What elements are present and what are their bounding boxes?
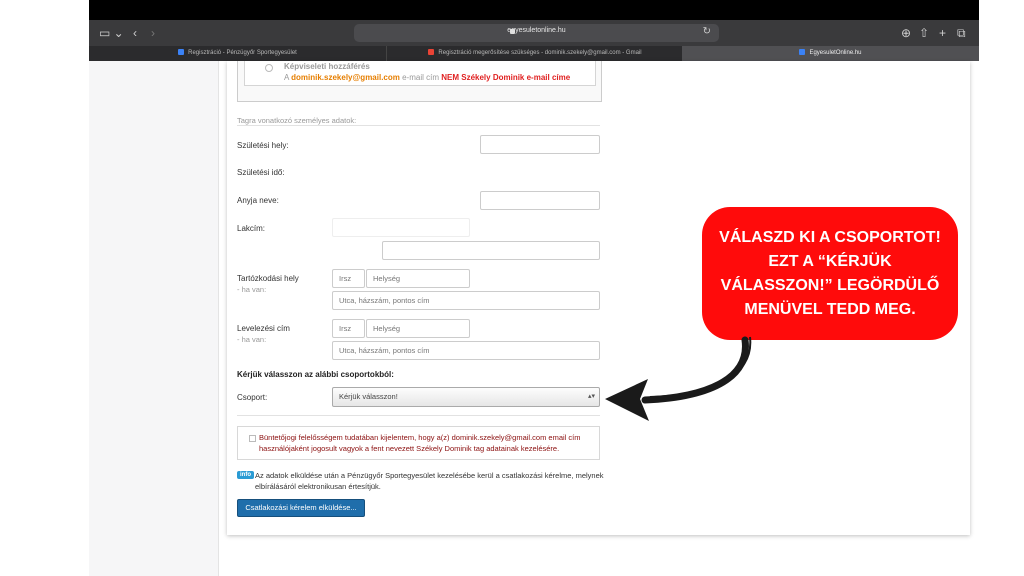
text-prefix: A bbox=[284, 73, 289, 82]
divider bbox=[237, 415, 600, 416]
email-text: dominik.szekely@gmail.com bbox=[291, 73, 400, 82]
mother-name-input[interactable] bbox=[480, 191, 600, 210]
info-badge: info bbox=[237, 471, 254, 479]
birth-date-label: Születési idő: bbox=[237, 168, 285, 177]
download-icon[interactable]: ⊕ bbox=[901, 25, 911, 41]
address-city-input[interactable] bbox=[332, 218, 470, 237]
divider bbox=[237, 125, 600, 126]
consent-text: Büntetőjogi felelősségem tudatában kijel… bbox=[259, 433, 581, 453]
postal-zip-input[interactable]: Irsz bbox=[332, 319, 365, 338]
tab-egyesuletonline[interactable]: EgyesuletOnline.hu bbox=[682, 46, 979, 61]
address-street-input[interactable] bbox=[382, 241, 600, 260]
address-label: Lakcím: bbox=[237, 224, 266, 233]
tab-label: Regisztráció megerősítése szükséges - do… bbox=[438, 50, 642, 56]
gmail-icon bbox=[428, 49, 435, 55]
info-text: Az adatok elküldése után a Pénzügyőr Spo… bbox=[255, 471, 604, 491]
forward-icon[interactable]: › bbox=[151, 25, 155, 41]
residence-street-input[interactable]: Utca, házszám, pontos cím bbox=[332, 291, 600, 310]
representation-option: Képviseleti hozzáférés A dominik.szekely… bbox=[244, 61, 596, 86]
top-bar bbox=[89, 0, 979, 20]
representation-box: Képviseleti hozzáférés A dominik.szekely… bbox=[237, 61, 602, 102]
annotation-bubble: VÁLASZD KI A CSOPORTOT! EZT A “KÉRJÜK VÁ… bbox=[702, 207, 958, 340]
page-sidebar bbox=[89, 61, 219, 576]
tab-overview-icon[interactable]: ⧉ bbox=[957, 25, 966, 41]
personal-section-title: Tagra vonatkozó személyes adatok: bbox=[237, 116, 357, 125]
representation-description: A dominik.szekely@gmail.com e-mail cím N… bbox=[284, 73, 570, 82]
group-label: Csoport: bbox=[237, 393, 268, 402]
not-owner-text: NEM Székely Dominik e-mail címe bbox=[441, 73, 571, 82]
postal-label: Levelezési cím bbox=[237, 324, 290, 333]
address-bar[interactable]: egyesuletonline.hu ↻ bbox=[354, 24, 719, 42]
new-tab-icon[interactable]: + bbox=[939, 25, 946, 41]
sidebar-toggle-icon[interactable]: ▭ ⌄ bbox=[99, 25, 124, 41]
text-middle: e-mail cím bbox=[402, 73, 439, 82]
annotation-text: VÁLASZD KI A CSOPORTOT! EZT A “KÉRJÜK VÁ… bbox=[719, 228, 941, 318]
tab-label: Regisztráció - Pénzügyőr Sportegyesület bbox=[188, 50, 297, 56]
tab-gmail[interactable]: Regisztráció megerősítése szükséges - do… bbox=[386, 46, 683, 61]
browser-toolbar: ▭ ⌄ ‹ › egyesuletonline.hu ↻ ⊕ ⇧ + ⧉ bbox=[89, 20, 979, 46]
residence-sub: - ha van: bbox=[237, 285, 267, 294]
share-icon[interactable]: ⇧ bbox=[919, 25, 929, 41]
representation-radio[interactable] bbox=[265, 64, 273, 72]
residence-city-input[interactable]: Helység bbox=[366, 269, 470, 288]
group-section-title: Kérjük válasszon az alábbi csoportokból: bbox=[237, 370, 394, 379]
postal-city-input[interactable]: Helység bbox=[366, 319, 470, 338]
url-text: egyesuletonline.hu bbox=[507, 27, 566, 34]
birth-place-input[interactable] bbox=[480, 135, 600, 154]
postal-sub: - ha van: bbox=[237, 335, 267, 344]
tab-registration[interactable]: Regisztráció - Pénzügyőr Sportegyesület bbox=[89, 46, 386, 61]
mother-name-label: Anyja neve: bbox=[237, 196, 279, 205]
back-icon[interactable]: ‹ bbox=[133, 25, 137, 41]
tab-label: EgyesuletOnline.hu bbox=[809, 50, 862, 56]
group-select[interactable]: Kérjük válasszon! ▴▾ bbox=[332, 387, 600, 407]
favicon-icon bbox=[799, 49, 806, 55]
submit-button[interactable]: Csatlakozási kérelem elküldése... bbox=[237, 499, 365, 517]
consent-box: Büntetőjogi felelősségem tudatában kijel… bbox=[237, 426, 600, 460]
postal-street-input[interactable]: Utca, házszám, pontos cím bbox=[332, 341, 600, 360]
residence-zip-input[interactable]: Irsz bbox=[332, 269, 365, 288]
group-select-value: Kérjük válasszon! bbox=[339, 392, 398, 401]
birth-place-label: Születési hely: bbox=[237, 141, 289, 150]
reload-icon[interactable]: ↻ bbox=[703, 26, 711, 37]
select-arrows-icon: ▴▾ bbox=[587, 393, 595, 400]
annotation-arrow-icon bbox=[605, 336, 752, 421]
tab-strip: Regisztráció - Pénzügyőr Sportegyesület … bbox=[89, 46, 979, 61]
favicon-icon bbox=[178, 49, 185, 55]
representation-title: Képviseleti hozzáférés bbox=[284, 62, 370, 71]
residence-label: Tartózkodási hely bbox=[237, 274, 299, 283]
consent-checkbox[interactable] bbox=[249, 435, 256, 442]
